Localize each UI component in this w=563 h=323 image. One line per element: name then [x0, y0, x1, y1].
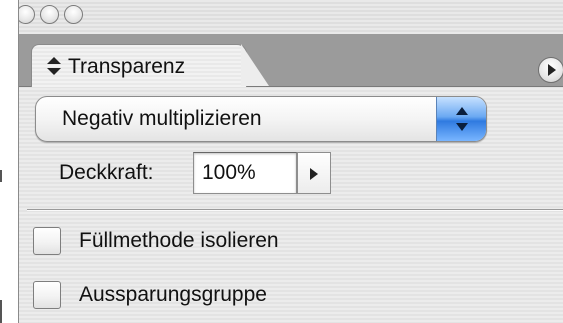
panel-tab-strip: Transparenz: [19, 34, 563, 87]
triangle-right-icon: [310, 168, 318, 180]
up-down-arrows-icon: [47, 57, 61, 75]
knockout-group-checkbox[interactable]: [33, 281, 61, 309]
tab-edge: [241, 44, 269, 86]
divider: [27, 209, 563, 211]
select-arrows: [436, 97, 486, 141]
knockout-group-label: Aussparungsgruppe: [79, 283, 267, 306]
tab-label: Transparenz: [68, 55, 186, 78]
tab-transparenz[interactable]: Transparenz: [31, 44, 247, 87]
screenshot: Transparenz Negativ multiplizieren Deckk…: [0, 0, 563, 323]
background-window-edge: [0, 0, 18, 323]
knockout-group-option[interactable]: Aussparungsgruppe: [33, 281, 433, 313]
opacity-label: Deckkraft:: [59, 161, 154, 184]
window-titlebar: [19, 0, 563, 35]
close-button[interactable]: [19, 5, 35, 24]
isolate-blending-label: Füllmethode isolieren: [79, 229, 279, 252]
isolate-blending-checkbox[interactable]: [33, 227, 61, 255]
opacity-slider-button[interactable]: [297, 152, 331, 194]
edge-mark: [0, 300, 2, 323]
up-down-arrows-icon: [456, 107, 468, 131]
panel-menu-button[interactable]: [538, 57, 563, 83]
minimize-button[interactable]: [40, 5, 59, 24]
blend-mode-select[interactable]: Negativ multiplizieren: [35, 96, 487, 142]
transparency-panel: Transparenz Negativ multiplizieren Deckk…: [18, 0, 563, 323]
opacity-input[interactable]: [193, 152, 297, 194]
zoom-button[interactable]: [64, 5, 83, 24]
panel-menu-arrow-icon: [548, 64, 556, 76]
isolate-blending-option[interactable]: Füllmethode isolieren: [33, 227, 433, 259]
blend-mode-value: Negativ multiplizieren: [62, 107, 262, 130]
edge-mark: [0, 170, 2, 182]
